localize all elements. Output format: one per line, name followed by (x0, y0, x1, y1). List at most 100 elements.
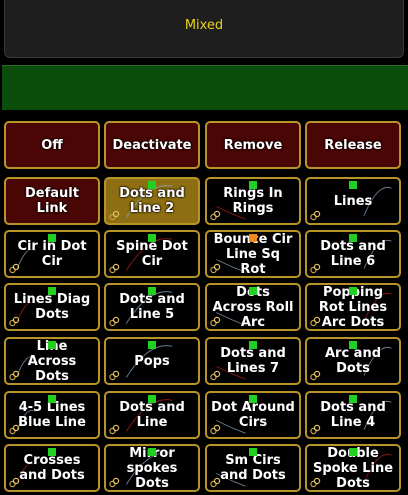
button-label: Dots and Line (119, 400, 185, 430)
button-label: Default Link (25, 186, 79, 216)
preset-button-dots-and-line-4[interactable]: Dots and Line 4 (305, 391, 401, 439)
button-label: Dots and Line 6 (320, 239, 386, 269)
link-chain-icon (210, 370, 221, 381)
button-label: Dots and Line 5 (119, 292, 185, 322)
window-header: Mixed (4, 0, 404, 58)
link-chain-icon (109, 424, 120, 435)
preset-button-cir-in-dot-cir[interactable]: Cir in Dot Cir (4, 230, 100, 278)
preset-button-pops[interactable]: Pops (104, 337, 200, 385)
button-label: Crosses and Dots (19, 453, 85, 483)
status-indicator-icon (349, 181, 357, 189)
preset-button-arc-and-dots[interactable]: Arc and Dots (305, 337, 401, 385)
status-indicator-icon (48, 234, 56, 242)
link-chain-icon (109, 263, 120, 274)
preset-button-dots-and-line-6[interactable]: Dots and Line 6 (305, 230, 401, 278)
link-chain-icon (109, 316, 120, 327)
link-chain-icon (210, 210, 221, 221)
link-chain-icon (9, 316, 20, 327)
status-indicator-icon (249, 395, 257, 403)
preset-button-default-link[interactable]: Default Link (4, 177, 100, 225)
status-indicator-icon (48, 341, 56, 349)
button-label: Arc and Dots (324, 346, 382, 376)
button-label: Dots and Line 4 (320, 400, 386, 430)
button-label: Lines (333, 193, 373, 209)
preset-button-bounce-cir-line-sq-rot[interactable]: Bounce Cir Line Sq Rot (205, 230, 301, 278)
preset-button-lines-diag-dots[interactable]: Lines Diag Dots (4, 283, 100, 331)
header-title: Mixed (184, 18, 224, 33)
preset-button-spine-dot-cir[interactable]: Spine Dot Cir (104, 230, 200, 278)
status-indicator-icon (249, 234, 257, 242)
preset-button-dot-around-cirs[interactable]: Dot Around Cirs (205, 391, 301, 439)
status-indicator-icon (249, 448, 257, 456)
preset-button-4-5-lines-blue-line[interactable]: 4-5 Lines Blue Line (4, 391, 100, 439)
button-label: Dots and Line 2 (119, 186, 185, 216)
button-label: Lines Diag Dots (13, 292, 91, 322)
link-chain-icon (310, 370, 321, 381)
status-bar (2, 65, 408, 110)
preset-button-line-across-dots[interactable]: Line Across Dots (4, 337, 100, 385)
link-chain-icon (310, 424, 321, 435)
status-indicator-icon (148, 181, 156, 189)
preset-button-dots-and-lines-7[interactable]: Dots and Lines 7 (205, 337, 301, 385)
link-chain-icon (310, 263, 321, 274)
preset-button-dots-and-line[interactable]: Dots and Line (104, 391, 200, 439)
preset-button-dots-and-line-2[interactable]: Dots and Line 2 (104, 177, 200, 225)
status-indicator-icon (148, 287, 156, 295)
preset-button-lines[interactable]: Lines (305, 177, 401, 225)
status-indicator-icon (349, 395, 357, 403)
preset-button-off[interactable]: Off (4, 121, 100, 169)
status-indicator-icon (148, 448, 156, 456)
preset-button-double-spoke-line-dots[interactable]: Double Spoke Line Dots (305, 444, 401, 492)
link-chain-icon (9, 370, 20, 381)
link-chain-icon (9, 477, 20, 488)
preset-button-rings-in-rings[interactable]: Rings In Rings (205, 177, 301, 225)
preset-button-dots-and-line-5[interactable]: Dots and Line 5 (104, 283, 200, 331)
button-label: Off (41, 137, 63, 153)
link-chain-icon (310, 210, 321, 221)
link-chain-icon (9, 424, 20, 435)
button-label: Pops (134, 353, 170, 369)
link-chain-icon (310, 477, 321, 488)
link-chain-icon (210, 263, 221, 274)
link-chain-icon (210, 424, 221, 435)
link-chain-icon (109, 370, 120, 381)
status-indicator-icon (349, 234, 357, 242)
preset-button-popping-rot-lines-arc-dots[interactable]: Popping Rot Lines Arc Dots (305, 283, 401, 331)
button-label: 4-5 Lines Blue Line (18, 400, 86, 430)
button-label: Dot Around Cirs (211, 400, 295, 430)
status-indicator-icon (249, 341, 257, 349)
status-indicator-icon (249, 287, 257, 295)
status-indicator-icon (249, 181, 257, 189)
link-chain-icon (210, 316, 221, 327)
preset-button-deactivate[interactable]: Deactivate (104, 121, 200, 169)
link-chain-icon (9, 263, 20, 274)
preset-button-release[interactable]: Release (305, 121, 401, 169)
button-label: Cir in Dot Cir (17, 239, 87, 269)
preset-button-sm-cirs-and-dots[interactable]: Sm Cirs and Dots (205, 444, 301, 492)
status-indicator-icon (148, 341, 156, 349)
link-chain-icon (310, 316, 321, 327)
button-label: Dots and Lines 7 (220, 346, 286, 376)
button-label: Release (324, 137, 382, 153)
preset-button-dots-across-roll-arc[interactable]: Dots Across Roll Arc (205, 283, 301, 331)
button-label: Deactivate (112, 137, 192, 153)
button-grid: Off Deactivate Remove Release Default Link Do… (0, 121, 408, 495)
status-indicator-icon (48, 395, 56, 403)
preset-button-remove[interactable]: Remove (205, 121, 301, 169)
status-indicator-icon (349, 287, 357, 295)
status-indicator-icon (148, 395, 156, 403)
status-indicator-icon (48, 287, 56, 295)
button-label: Remove (223, 137, 283, 153)
preset-button-mirror-spokes-dots[interactable]: Mirror spokes Dots (104, 444, 200, 492)
link-chain-icon (109, 477, 120, 488)
button-label: Rings In Rings (223, 186, 283, 216)
status-indicator-icon (48, 448, 56, 456)
status-indicator-icon (349, 448, 357, 456)
link-chain-icon (109, 210, 120, 221)
preset-button-crosses-and-dots[interactable]: Crosses and Dots (4, 444, 100, 492)
status-indicator-icon (349, 341, 357, 349)
status-indicator-icon (148, 234, 156, 242)
link-chain-icon (210, 477, 221, 488)
button-label: Sm Cirs and Dots (220, 453, 286, 483)
button-label: Spine Dot Cir (116, 239, 188, 269)
